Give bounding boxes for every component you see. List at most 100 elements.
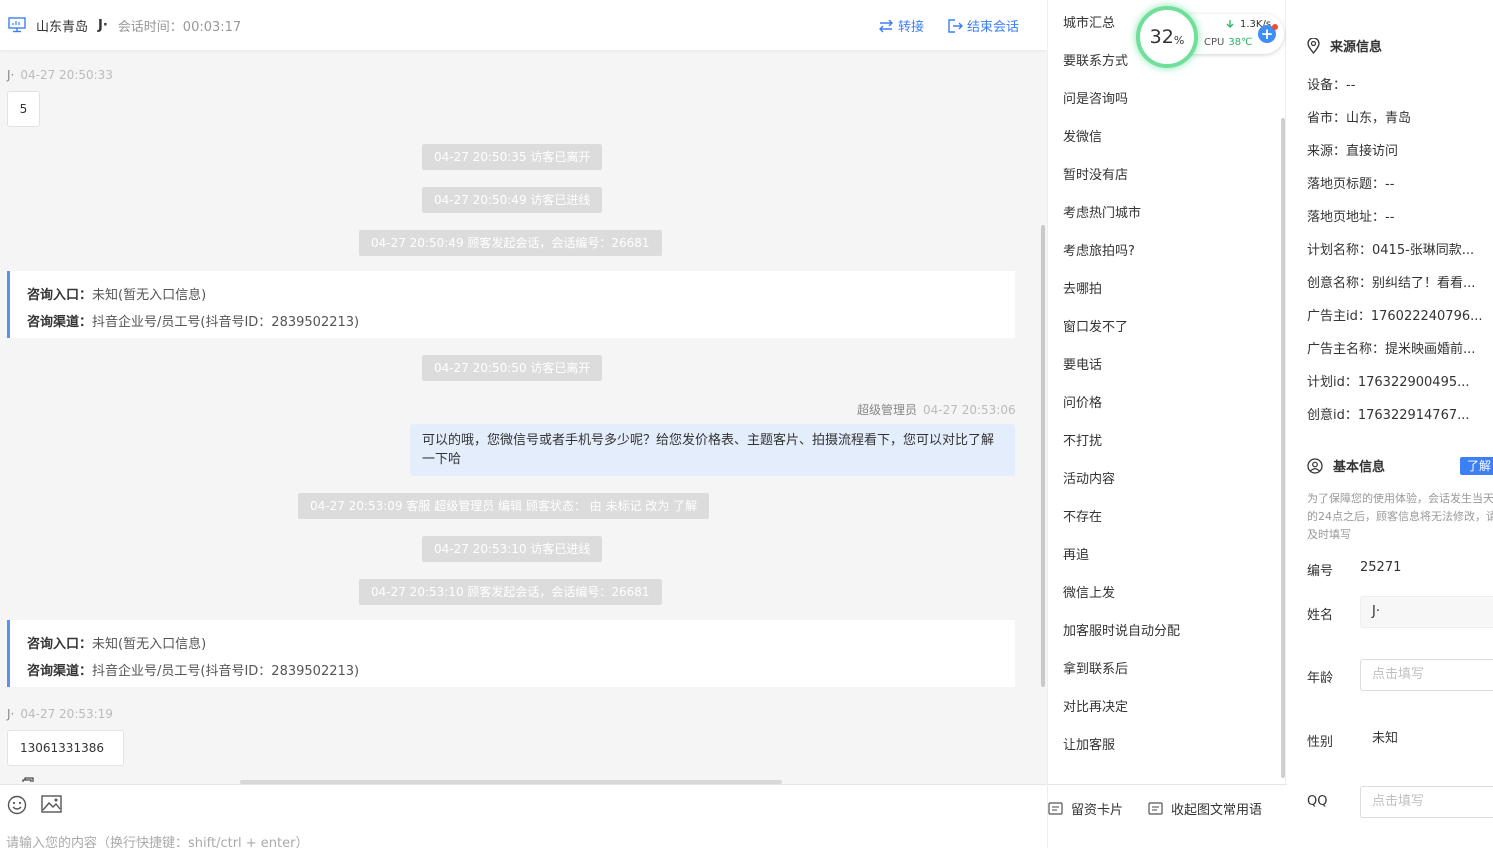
source-info-row: 计划名称：0415-张琳同款... <box>1307 243 1475 258</box>
message-text: 13061331386 <box>20 741 104 755</box>
performance-widget[interactable]: 32% 1.3K/s CPU 38℃ + <box>1136 6 1284 68</box>
quick-reply-item[interactable]: 去哪拍 <box>1063 278 1102 297</box>
visitor-region: 山东青岛 <box>36 19 89 35</box>
entry-label: 咨询入口： <box>27 637 93 652</box>
sender-name: J· <box>7 68 15 82</box>
visitor-name: J· <box>98 17 108 33</box>
transfer-button[interactable]: 转接 <box>878 16 924 35</box>
end-session-button[interactable]: 结束会话 <box>948 16 1019 35</box>
quick-reply-item[interactable]: 窗口发不了 <box>1063 316 1128 335</box>
quick-reply-item[interactable]: 要联系方式 <box>1063 50 1128 69</box>
lead-card-label: 留资卡片 <box>1071 803 1124 818</box>
quick-reply-item[interactable]: 对比再决定 <box>1063 696 1128 715</box>
quick-reply-item[interactable]: 问价格 <box>1063 392 1102 411</box>
user-circle-icon <box>1307 457 1323 474</box>
id-label: 编号 <box>1307 564 1334 579</box>
copy-icon[interactable] <box>22 776 34 783</box>
customer-status-tag[interactable]: 了解 <box>1460 457 1493 475</box>
channel-label: 咨询渠道： <box>27 315 93 330</box>
quick-reply-item[interactable]: 活动内容 <box>1063 468 1115 487</box>
message-meta: J· 04-27 20:50:33 <box>7 68 113 82</box>
source-info-row: 创意id：176322914767... <box>1307 408 1470 423</box>
source-info-row: 来源：直接访问 <box>1307 144 1399 159</box>
quick-reply-item[interactable]: 发微信 <box>1063 126 1102 145</box>
notification-dot <box>1272 24 1278 30</box>
source-info-row: 落地页标题：-- <box>1307 177 1395 192</box>
cpu-temperature: CPU 38℃ <box>1204 37 1252 48</box>
outgoing-message: 可以的哦，您微信号或者手机号多少呢？给您发价格表、主题客片、拍摄流程看下，您可以… <box>410 424 1015 476</box>
message-time: 04-27 20:50:33 <box>20 68 113 82</box>
channel-value: 抖音企业号/员工号(抖音号ID：2839502213) <box>92 315 360 330</box>
image-icon[interactable] <box>41 795 62 813</box>
transfer-label: 转接 <box>898 20 925 35</box>
message-meta: J· 04-27 20:53:19 <box>7 707 113 721</box>
system-notice: 04-27 20:53:10 顾客发起会话，会话编号：26681 <box>359 579 662 605</box>
emoji-icon[interactable] <box>7 795 27 815</box>
gender-select[interactable]: 未知 <box>1360 723 1493 755</box>
quick-reply-scrollbar[interactable] <box>1281 118 1285 778</box>
quick-reply-item[interactable]: 城市汇总 <box>1063 12 1115 31</box>
collapse-phrases-button[interactable]: 收起图文常用语 <box>1148 799 1262 818</box>
quick-reply-item[interactable]: 不存在 <box>1063 506 1102 525</box>
qq-label: QQ <box>1307 794 1328 809</box>
system-notice: 04-27 20:53:10 访客已进线 <box>422 536 603 562</box>
card-icon <box>1048 802 1063 815</box>
channel-value: 抖音企业号/员工号(抖音号ID：2839502213) <box>92 664 360 679</box>
sender-name: J· <box>7 707 15 721</box>
app-root: 山东青岛 J· 会话时间：00:03:17 转接 结束会话 J· 04-27 2… <box>0 0 1493 848</box>
sender-name: 超级管理员 <box>857 403 918 417</box>
source-info-row: 广告主id：176022240796... <box>1307 309 1483 324</box>
quick-reply-item[interactable]: 让加客服 <box>1063 734 1115 753</box>
chat-scrollbar[interactable] <box>1041 225 1045 687</box>
quick-reply-item[interactable]: 拿到联系后 <box>1063 658 1128 677</box>
source-info-row: 计划id：176322900495... <box>1307 375 1470 390</box>
location-pin-icon <box>1307 37 1320 54</box>
name-field[interactable]: J· <box>1360 596 1493 628</box>
transfer-icon <box>879 19 893 32</box>
age-field[interactable]: 点击填写 <box>1360 659 1493 691</box>
consult-info-card: 咨询入口：未知(暂无入口信息) 咨询渠道：抖音企业号/员工号(抖音号ID：283… <box>7 620 1015 687</box>
download-arrow-icon <box>1226 19 1234 28</box>
system-notice: 04-27 20:53:09 客服 超级管理员 编辑 顾客状态： 由 未标记 改… <box>298 493 710 519</box>
quick-reply-item[interactable]: 再追 <box>1063 544 1089 563</box>
source-info-row: 省市：山东，青岛 <box>1307 111 1412 126</box>
quick-reply-item[interactable]: 微信上发 <box>1063 582 1115 601</box>
message-time: 04-27 20:53:06 <box>923 403 1016 417</box>
source-info-title-text: 来源信息 <box>1330 40 1383 55</box>
source-info-row: 创意名称：别纠结了！看看... <box>1307 276 1476 291</box>
system-notice: 04-27 20:50:49 访客已进线 <box>422 187 603 213</box>
chat-panel: 山东青岛 J· 会话时间：00:03:17 转接 结束会话 J· 04-27 2… <box>0 0 1047 848</box>
quick-reply-item[interactable]: 考虑旅拍吗? <box>1063 240 1135 259</box>
quick-reply-item[interactable]: 问是咨询吗 <box>1063 88 1128 107</box>
quick-reply-footer: 留资卡片 收起图文常用语 <box>1048 784 1287 848</box>
quick-reply-item[interactable]: 不打扰 <box>1063 430 1102 449</box>
quick-reply-item[interactable]: 要电话 <box>1063 354 1102 373</box>
qq-field[interactable]: 点击填写 <box>1360 786 1493 818</box>
quick-reply-item[interactable]: 考虑热门城市 <box>1063 202 1141 221</box>
system-notice: 04-27 20:50:50 访客已离开 <box>422 355 603 381</box>
entry-value: 未知(暂无入口信息) <box>92 637 207 652</box>
basic-info-title-text: 基本信息 <box>1333 460 1386 475</box>
lead-card-button[interactable]: 留资卡片 <box>1048 799 1123 818</box>
source-info-row: 设备：-- <box>1307 78 1356 93</box>
message-composer[interactable]: 请输入您的内容（换行快捷键：shift/ctrl + enter） <box>0 784 1047 848</box>
chat-header: 山东青岛 J· 会话时间：00:03:17 转接 结束会话 <box>0 0 1047 50</box>
source-info-row: 落地页地址：-- <box>1307 210 1395 225</box>
source-info-title: 来源信息 <box>1307 36 1382 55</box>
exit-icon <box>948 18 963 33</box>
system-notice: 04-27 20:50:35 访客已离开 <box>422 144 603 170</box>
end-session-label: 结束会话 <box>967 20 1020 35</box>
quick-reply-item[interactable]: 暂时没有店 <box>1063 164 1128 183</box>
channel-label: 咨询渠道： <box>27 664 93 679</box>
monitor-icon <box>8 17 26 33</box>
source-info-row: 广告主名称：提米映画婚前... <box>1307 342 1476 357</box>
system-notice: 04-27 20:50:49 顾客发起会话，会话编号：26681 <box>359 230 662 256</box>
quick-reply-item[interactable]: 加客服时说自动分配 <box>1063 620 1180 639</box>
basic-info-title: 基本信息 <box>1307 456 1385 475</box>
consult-info-card: 咨询入口：未知(暂无入口信息) 咨询渠道：抖音企业号/员工号(抖音号ID：283… <box>7 271 1015 338</box>
age-label: 年龄 <box>1307 671 1334 686</box>
composer-input[interactable]: 请输入您的内容（换行快捷键：shift/ctrl + enter） <box>6 832 309 848</box>
entry-label: 咨询入口： <box>27 288 93 303</box>
id-value: 25271 <box>1360 560 1402 575</box>
message-list[interactable]: J· 04-27 20:50:33 5 04-27 20:50:35 访客已离开 … <box>0 50 1040 782</box>
